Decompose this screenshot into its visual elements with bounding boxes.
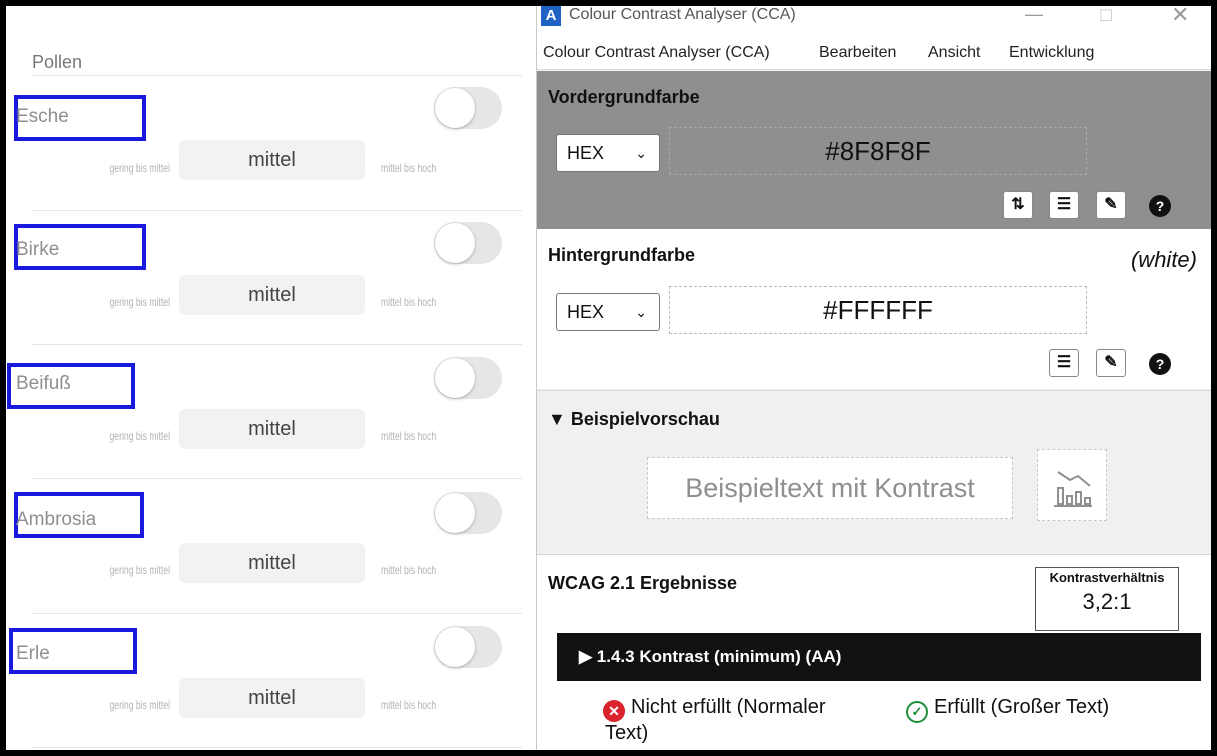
level-high-erle: mittel bis hoch <box>381 698 437 712</box>
result-large-text: ✓ Erfüllt (Großer Text) <box>906 696 1109 723</box>
help-icon[interactable]: ? <box>1149 195 1171 217</box>
window-title: Colour Contrast Analyser (CCA) <box>569 6 796 23</box>
maximize-button[interactable]: ☐ <box>1099 6 1113 26</box>
cca-app-icon: A <box>541 6 561 26</box>
level-high-esche: mittel bis hoch <box>381 161 437 175</box>
level-high-beifuss: mittel bis hoch <box>381 429 437 443</box>
divider <box>32 210 522 211</box>
level-mid-esche[interactable]: mittel <box>179 140 365 180</box>
level-high-birke: mittel bis hoch <box>381 295 437 309</box>
menu-entwicklung[interactable]: Entwicklung <box>1009 44 1094 62</box>
fail-icon: ✕ <box>603 700 625 722</box>
eyedropper-icon[interactable]: ✎ <box>1096 349 1126 377</box>
preview-section: ▼ Beispielvorschau Beispieltext mit Kont… <box>537 390 1211 554</box>
result-normal-text-line2: Text) <box>605 722 649 744</box>
toggle-erle[interactable] <box>434 626 502 668</box>
foreground-hex-input[interactable]: #8F8F8F <box>669 127 1087 175</box>
foreground-title: Vordergrundfarbe <box>548 87 700 107</box>
check-circle-icon: ✓ <box>906 701 928 723</box>
chevron-down-icon: ⌄ <box>635 304 647 320</box>
help-icon[interactable]: ? <box>1149 353 1171 375</box>
results-title: WCAG 2.1 Ergebnisse <box>548 573 738 593</box>
menu-ansicht[interactable]: Ansicht <box>928 44 980 62</box>
pollen-name-ambrosia: Ambrosia <box>16 509 97 530</box>
level-low-birke: gering bis mittel <box>109 295 170 309</box>
background-section: Hintergrundfarbe (white) HEX ⌄ #FFFFFF ☰… <box>537 229 1211 389</box>
toggle-knob <box>435 223 475 263</box>
section-title-pollen: Pollen <box>32 52 83 72</box>
swap-colors-icon[interactable]: ⇅ <box>1003 191 1033 219</box>
toggle-knob <box>435 627 475 667</box>
menu-bearbeiten[interactable]: Bearbeiten <box>819 44 896 62</box>
criterion-1-4-3-toggle[interactable]: ▶ 1.4.3 Kontrast (minimum) (AA) <box>557 633 1201 681</box>
result-normal-text-label: Nicht erfüllt (Normaler <box>631 696 826 718</box>
pollen-name-beifuss: Beifuß <box>16 373 71 394</box>
level-mid-beifuss[interactable]: mittel <box>179 409 365 449</box>
result-normal-text: ✕ Nicht erfüllt (Normaler <box>603 696 825 722</box>
toggle-beifuss[interactable] <box>434 357 502 399</box>
toggle-ambrosia[interactable] <box>434 492 502 534</box>
toggle-esche[interactable] <box>434 87 502 129</box>
sample-text: Beispieltext mit Kontrast <box>647 457 1013 519</box>
title-bar: A Colour Contrast Analyser (CCA) — ☐ ✕ <box>537 0 1211 36</box>
pollen-name-birke: Birke <box>16 239 60 260</box>
foreground-format-select[interactable]: HEX ⌄ <box>556 134 660 172</box>
close-button[interactable]: ✕ <box>1171 2 1189 28</box>
level-mid-birke[interactable]: mittel <box>179 275 365 315</box>
divider <box>32 613 522 614</box>
level-low-beifuss: gering bis mittel <box>109 429 170 443</box>
result-large-text-label: Erfüllt (Großer Text) <box>934 696 1110 718</box>
background-hex-input[interactable]: #FFFFFF <box>669 286 1087 334</box>
select-value: HEX <box>567 302 605 322</box>
background-title: Hintergrundfarbe <box>548 245 696 265</box>
toggle-birke[interactable] <box>434 222 502 264</box>
toggle-knob <box>435 493 475 533</box>
level-mid-ambrosia[interactable]: mittel <box>179 543 365 583</box>
divider <box>32 478 522 479</box>
preview-title[interactable]: ▼ Beispielvorschau <box>548 409 720 430</box>
level-high-ambrosia: mittel bis hoch <box>381 563 437 577</box>
level-mid-erle[interactable]: mittel <box>179 678 365 718</box>
background-format-select[interactable]: HEX ⌄ <box>556 293 660 331</box>
select-value: HEX <box>567 143 605 163</box>
pollen-name-erle: Erle <box>16 643 50 664</box>
sliders-icon[interactable]: ☰ <box>1049 349 1079 377</box>
level-low-ambrosia: gering bis mittel <box>109 563 170 577</box>
minimize-button[interactable]: — <box>1025 4 1043 25</box>
divider <box>32 344 522 345</box>
eyedropper-icon[interactable]: ✎ <box>1096 191 1126 219</box>
pollen-name-esche: Esche <box>16 106 69 127</box>
bar-chart-icon <box>1054 471 1092 507</box>
level-low-erle: gering bis mittel <box>109 698 170 712</box>
divider <box>32 747 522 748</box>
contrast-ratio-label: Kontrastverhältnis <box>1049 570 1165 585</box>
chart-preview-button[interactable] <box>1037 449 1107 521</box>
color-name-label: (white) <box>1130 247 1197 272</box>
cca-window: A Colour Contrast Analyser (CCA) — ☐ ✕ C… <box>536 0 1211 750</box>
toggle-knob <box>435 358 475 398</box>
contrast-ratio-value: 3,2:1 <box>1082 589 1132 614</box>
foreground-section: Vordergrundfarbe HEX ⌄ #8F8F8F ⇅ ☰ ✎ ? <box>537 71 1211 229</box>
contrast-ratio-box: Kontrastverhältnis 3,2:1 <box>1035 567 1179 631</box>
level-low-esche: gering bis mittel <box>109 161 170 175</box>
toggle-knob <box>435 88 475 128</box>
menu-bar: Colour Contrast Analyser (CCA) Bearbeite… <box>537 36 1211 70</box>
chevron-down-icon: ⌄ <box>635 145 647 161</box>
divider <box>32 75 522 76</box>
sliders-icon[interactable]: ☰ <box>1049 191 1079 219</box>
results-section: WCAG 2.1 Ergebnisse Kontrastverhältnis 3… <box>537 554 1211 750</box>
pollen-settings-panel: Pollen Esche gering bis mittel mittel mi… <box>6 6 536 750</box>
menu-app[interactable]: Colour Contrast Analyser (CCA) <box>543 44 770 62</box>
